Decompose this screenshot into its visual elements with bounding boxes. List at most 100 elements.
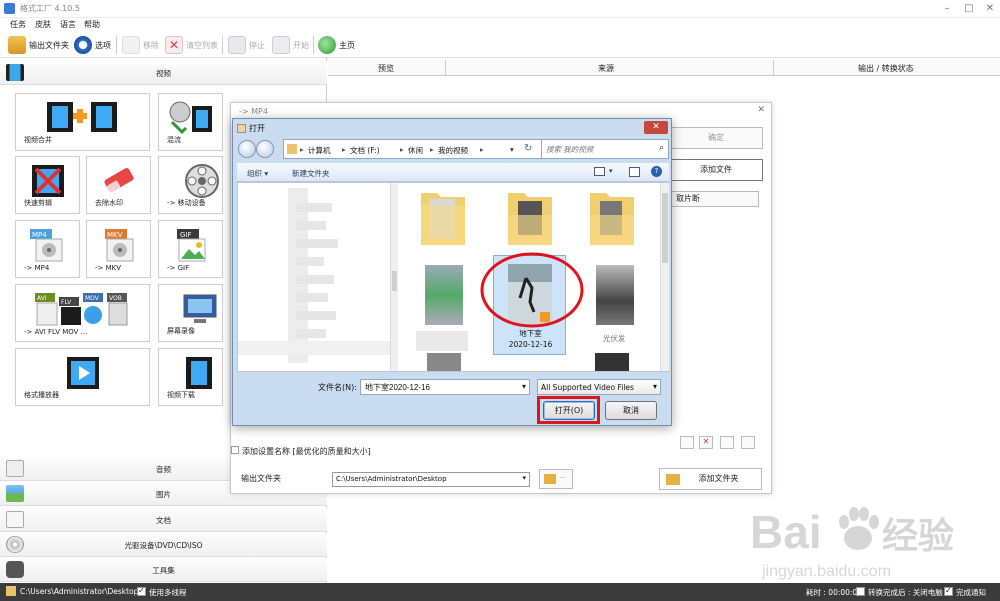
scissors-icon (31, 165, 64, 197)
folder-item-2[interactable] (506, 185, 554, 247)
video-thumbnail-1[interactable] (425, 265, 463, 325)
address-dropdown-icon[interactable]: ▾ (510, 145, 514, 154)
column-preview[interactable]: 预览 (378, 63, 394, 74)
navigation-tree[interactable] (238, 183, 398, 371)
tile-video-download[interactable]: 视频下载 (158, 348, 223, 406)
svg-text:MOV: MOV (85, 295, 100, 302)
category-optical-drive[interactable]: 光驱设备\DVD\CD\ISO (0, 533, 327, 557)
menu-help[interactable]: 帮助 (84, 19, 100, 30)
tile-to-mkv[interactable]: MKV -> MKV (86, 220, 151, 278)
breadcrumb-computer[interactable]: 计算机 (308, 145, 331, 156)
tile-remove-watermark[interactable]: 去除水印 (86, 156, 151, 214)
minimize-button[interactable]: – (940, 3, 954, 15)
delete-icon[interactable]: ✕ (699, 436, 713, 449)
menu-language[interactable]: 语言 (60, 19, 76, 30)
info-icon[interactable] (741, 436, 755, 449)
browse-folder-button[interactable]: ·· (539, 469, 573, 489)
multithread-checkbox[interactable] (137, 586, 146, 596)
video-thumbnail-4[interactable] (427, 353, 461, 371)
new-folder-button[interactable]: 新建文件夹 (292, 168, 330, 179)
tile-format-player[interactable]: 格式播放器 (15, 348, 150, 406)
category-video-header[interactable]: 视频 (0, 61, 327, 85)
column-source[interactable]: 来源 (598, 63, 614, 74)
search-box[interactable]: ⌕ (541, 139, 669, 159)
stop-button[interactable]: 停止 (228, 35, 265, 55)
stop-icon (228, 36, 246, 54)
forward-button[interactable] (256, 140, 274, 158)
tile-quick-clip[interactable]: 快速剪辑 (15, 156, 80, 214)
address-bar[interactable]: ▸ 计算机 ▸ 文档 (F:) ▸ 休闲 ▸ 我的视频 ▸ ▾ ↻ (283, 139, 547, 159)
clip-button[interactable]: 取片断 (669, 191, 759, 207)
tile-to-gif[interactable]: GIF -> GIF (158, 220, 223, 278)
video-thumbnail-3[interactable] (596, 265, 634, 325)
start-button[interactable]: 开始 (272, 35, 309, 55)
filename-input[interactable] (365, 381, 515, 394)
folder-item-1[interactable] (419, 185, 467, 247)
download-icon (186, 357, 212, 389)
search-input[interactable] (546, 143, 646, 156)
gear-icon (74, 36, 92, 54)
close-button[interactable]: ✕ (983, 3, 997, 15)
add-file-button[interactable]: 添加文件 (669, 159, 763, 181)
film-reel-icon (185, 164, 219, 198)
multithread-label: 使用多线程 (149, 588, 187, 597)
menu-bar: 任务 皮肤 语言 帮助 (0, 18, 1000, 32)
file-pane-scrollbar[interactable] (660, 183, 669, 371)
svg-text:Bai: Bai (750, 506, 822, 558)
output-folder-button[interactable]: 输出文件夹 (8, 35, 69, 55)
help-icon[interactable]: ? (651, 166, 662, 177)
menu-task[interactable]: 任务 (10, 19, 26, 30)
chevron-down-icon: ▾ (522, 474, 526, 482)
player-icon (66, 357, 99, 389)
category-tools[interactable]: 工具集 (0, 558, 327, 582)
maximize-button[interactable]: □ (962, 3, 976, 15)
tile-to-mp4[interactable]: MP4 -> MP4 (15, 220, 80, 278)
filename-combobox[interactable]: ▾ (360, 379, 530, 395)
breadcrumb-drive[interactable]: 文档 (F:) (350, 145, 380, 156)
clear-list-button[interactable]: ✕ 清空列表 (165, 35, 218, 55)
chevron-down-icon[interactable]: ▾ (522, 382, 526, 391)
menu-skin[interactable]: 皮肤 (35, 19, 51, 30)
breadcrumb-my-videos[interactable]: 我的视频 (438, 145, 468, 156)
after-convert-checkbox[interactable] (856, 587, 865, 596)
eraser-icon (103, 168, 134, 193)
refresh-icon[interactable]: ↻ (524, 143, 532, 154)
view-options-icon[interactable] (594, 167, 605, 176)
remove-button[interactable]: 移除 (122, 35, 159, 55)
add-setting-name-checkbox[interactable] (231, 446, 239, 454)
notify-label: 完成通知 (956, 588, 986, 597)
folder-item-3[interactable] (588, 185, 636, 247)
ok-button[interactable]: 确定 (669, 127, 763, 149)
svg-text:MP4: MP4 (32, 231, 47, 239)
open-button-highlight (537, 396, 600, 424)
mp4-dialog-close-icon[interactable]: ✕ (757, 105, 765, 115)
breadcrumb-leisure[interactable]: 休闲 (408, 145, 423, 156)
organize-menu[interactable]: 组织 ▾ (247, 168, 268, 179)
tile-mobile-device[interactable]: -> 移动设备 (158, 156, 223, 214)
gif-file-icon: GIF (176, 229, 205, 262)
output-folder-label: 输出文件夹 (241, 474, 281, 483)
add-folder-button[interactable]: 添加文件夹 (659, 468, 762, 490)
tile-video-merge[interactable]: 视频合并 (15, 93, 150, 151)
filetype-select[interactable]: All Supported Video Files ▾ (537, 379, 661, 395)
title-bar: 格式工厂 4.10.5 – □ ✕ (0, 0, 1000, 18)
back-button[interactable] (238, 140, 256, 158)
cancel-button[interactable]: 取消 (605, 401, 657, 420)
open-dialog-close-button[interactable]: ✕ (644, 121, 668, 134)
file-settings-icon[interactable] (680, 436, 694, 449)
tree-scrollbar[interactable] (390, 183, 398, 371)
video-thumbnail-5[interactable] (595, 353, 629, 371)
tile-screen-record[interactable]: 屏幕录像 (158, 284, 223, 342)
baidu-watermark-logo: Bai 经验 jingyan.baidu.com (750, 506, 954, 580)
play-icon[interactable] (720, 436, 734, 449)
preview-pane-icon[interactable] (629, 167, 640, 177)
column-output-status[interactable]: 输出 / 转换状态 (858, 63, 914, 74)
folder-icon[interactable] (6, 586, 16, 596)
home-button[interactable]: 主页 (318, 35, 355, 55)
options-button[interactable]: 选项 (74, 35, 111, 55)
output-folder-select[interactable]: C:\Users\Administrator\Desktop ▾ (332, 472, 530, 487)
notify-checkbox[interactable] (944, 586, 953, 596)
category-document[interactable]: 文档 (0, 508, 327, 532)
tile-to-avi-flv-mov[interactable]: AVI FLV MOV VOB -> AVI FLV MOV ... (15, 284, 150, 342)
tile-mux[interactable]: 混流 (158, 93, 223, 151)
